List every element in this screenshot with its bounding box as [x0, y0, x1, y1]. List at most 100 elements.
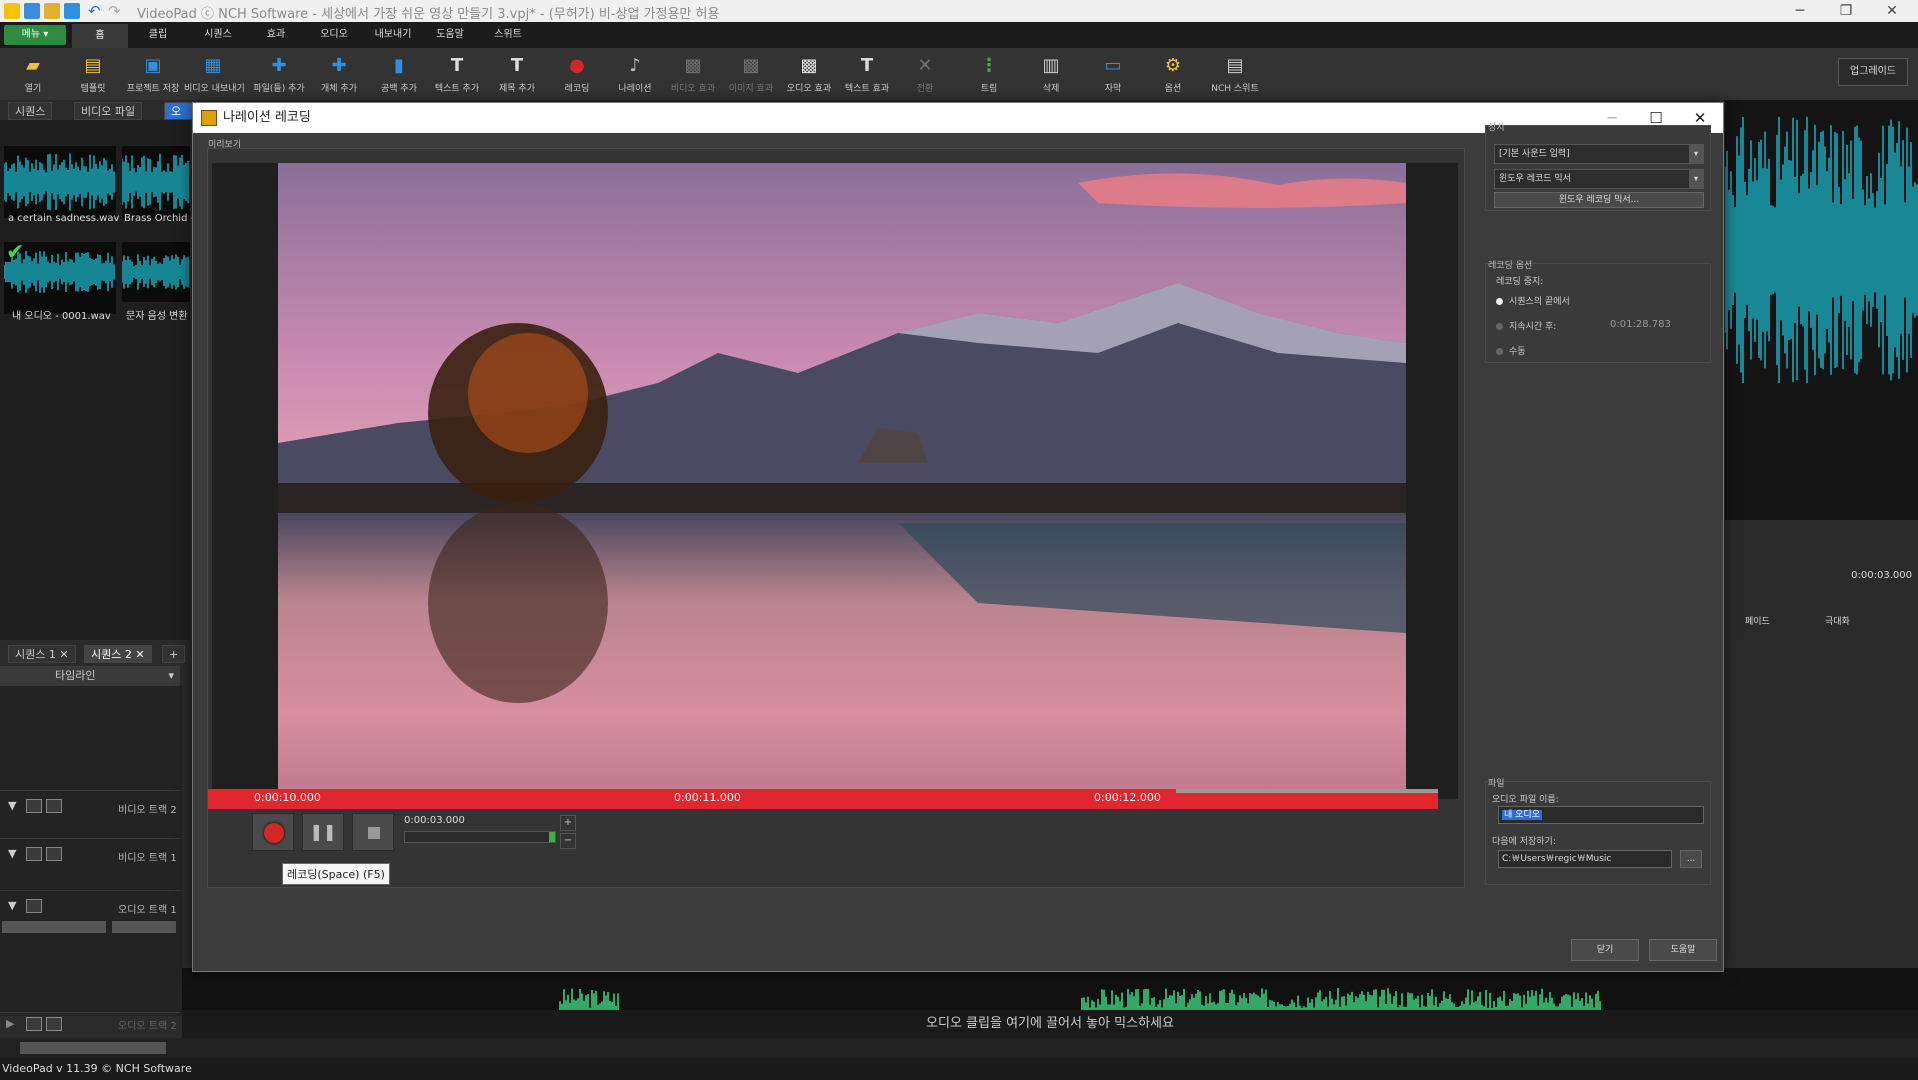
bin-tab-audio[interactable]: 오디: [164, 102, 195, 136]
stop-button[interactable]: [352, 813, 394, 851]
speaker-icon[interactable]: [26, 1017, 42, 1031]
undo-icon[interactable]: ↶: [88, 3, 104, 19]
toolbar-button[interactable]: T 텍스트 효과: [838, 50, 896, 98]
grid-icon[interactable]: [46, 799, 62, 813]
tab-help[interactable]: 도움말: [428, 22, 472, 48]
zoom-out-icon[interactable]: −: [560, 833, 576, 849]
track-name: 비디오 트랙 2: [118, 805, 177, 816]
tab-home[interactable]: 홈: [72, 24, 128, 48]
toolbar-button[interactable]: ▤ NCH 스위트: [1206, 50, 1264, 98]
file-group: 파일 오디오 파일 이름: 내 오디오 다음에 저장하기: C:￦Users￦r…: [1485, 779, 1711, 885]
tab-sequence[interactable]: 시퀀스: [196, 22, 240, 48]
eye-icon[interactable]: [26, 799, 42, 813]
tab-effects[interactable]: 효과: [254, 22, 298, 48]
collapse-icon[interactable]: ▼: [8, 899, 24, 913]
tab-audio[interactable]: 오디오: [312, 22, 356, 48]
track-header[interactable]: ▶ 오디오 트랙 2: [0, 1012, 180, 1038]
toolbar-button[interactable]: ▥ 삭제: [1022, 50, 1080, 98]
toolbar-button[interactable]: ▩ 비디오 효과: [664, 50, 722, 98]
volume-slider[interactable]: [2, 921, 106, 933]
close-button[interactable]: 닫기: [1571, 939, 1639, 961]
pause-button[interactable]: ❚❚: [302, 813, 344, 851]
clip-thumbnail[interactable]: [122, 242, 190, 302]
clip-name: a certain sadness.wav: [8, 213, 120, 224]
toolbar-button[interactable]: T 텍스트 추가: [428, 50, 486, 98]
toolbar-button[interactable]: ⚙ 옵션: [1144, 50, 1202, 98]
tab-export[interactable]: 내보내기: [368, 22, 418, 48]
mixer-select[interactable]: 윈도우 레코드 믹서 ▾: [1494, 169, 1704, 189]
toolbar-button[interactable]: ♪ 나레이션: [606, 50, 664, 98]
upgrade-button[interactable]: 업그레이드: [1838, 58, 1908, 86]
fade-button[interactable]: 페이드: [1745, 614, 1770, 627]
add-sequence-button[interactable]: +: [162, 645, 186, 663]
pan-slider[interactable]: [112, 921, 176, 933]
eye-icon[interactable]: [26, 847, 42, 861]
radio-label: 지속시간 후:: [1509, 322, 1557, 332]
close-window-button[interactable]: ✕: [1870, 0, 1914, 22]
open-icon[interactable]: [44, 3, 60, 19]
zoom-in-icon[interactable]: +: [560, 815, 576, 831]
track-header[interactable]: ▼ 오디오 트랙 1: [0, 890, 180, 960]
toolbar-button[interactable]: ▣ 프로젝트 저장: [124, 50, 182, 98]
track-header[interactable]: ▼ 비디오 트랙 2: [0, 790, 180, 830]
clip-name: 내 오디오 - 0001.wav: [12, 311, 111, 322]
grid-icon[interactable]: [46, 1017, 62, 1031]
toolbar-button[interactable]: ▦ 비디오 내보내기: [184, 50, 245, 98]
clip-thumbnail[interactable]: ✔: [4, 242, 116, 314]
restore-button[interactable]: ❐: [1824, 0, 1868, 22]
radio-sequence-end[interactable]: 시퀀스의 끝에서: [1496, 294, 1570, 307]
grid-icon[interactable]: [46, 847, 62, 861]
toolbar-button[interactable]: ✕ 전환: [896, 50, 954, 98]
track-header[interactable]: ▼ 비디오 트랙 1: [0, 838, 180, 878]
collapse-icon[interactable]: ▼: [8, 847, 24, 861]
toolbar-button-label: 전환: [916, 84, 934, 94]
toolbar-button[interactable]: ▩ 오디오 효과: [780, 50, 838, 98]
timeline-scroll[interactable]: [1176, 789, 1438, 793]
scroll-thumb[interactable]: [20, 1042, 166, 1054]
toolbar-button[interactable]: ▤ 템플릿: [64, 50, 122, 98]
toolbar-button[interactable]: ● 레코딩: [548, 50, 606, 98]
media-bin: a certain sadness.wav Brass Orchid - ✔ 내…: [0, 120, 194, 640]
toolbar-button[interactable]: ✚ 파일(들) 추가: [250, 50, 308, 98]
expand-icon[interactable]: ▶: [6, 1017, 22, 1031]
toolbar-button[interactable]: ▩ 이미지 효과: [722, 50, 780, 98]
toolbar-button[interactable]: ▰ 열기: [4, 50, 62, 98]
save-icon[interactable]: [64, 3, 80, 19]
toolbar-button[interactable]: ▭ 자막: [1084, 50, 1142, 98]
timeline-scrollbar[interactable]: [0, 1038, 1918, 1058]
options-icon: ⚙: [1164, 55, 1182, 76]
record-button[interactable]: [252, 813, 294, 851]
maximize-button[interactable]: 극대화: [1825, 614, 1850, 627]
bin-tab-sequence[interactable]: 시퀀스: [8, 102, 53, 120]
toolbar-button[interactable]: ▮ 공백 추가: [370, 50, 428, 98]
minimize-button[interactable]: ─: [1778, 0, 1822, 22]
tab-suite[interactable]: 스위트: [486, 22, 530, 48]
clip-thumbnail[interactable]: [122, 146, 190, 218]
toolbar-button[interactable]: T 제목 추가: [488, 50, 546, 98]
sequence-tab-2[interactable]: 시퀀스 2 ✕: [84, 645, 152, 663]
level-fill: [549, 832, 555, 842]
redo-icon[interactable]: ↷: [108, 3, 124, 19]
speaker-icon[interactable]: [26, 899, 42, 913]
file-name-input[interactable]: 내 오디오: [1498, 806, 1704, 824]
duration-value[interactable]: 0:01:28.783: [1610, 319, 1671, 330]
browse-button[interactable]: ...: [1680, 850, 1702, 868]
sequence-tab-1[interactable]: 시퀀스 1 ✕: [8, 645, 76, 663]
text-effect-icon: T: [860, 55, 874, 76]
new-project-icon[interactable]: [24, 3, 40, 19]
input-device-select[interactable]: [기본 사운드 입력] ▾: [1494, 144, 1704, 164]
recording-timeline[interactable]: 0:00:10.000 0:00:11.000 0:00:12.000: [208, 789, 1438, 809]
bin-tab-video-files[interactable]: 비디오 파일: [74, 102, 143, 120]
clip-thumbnail[interactable]: [4, 146, 116, 218]
save-path-input[interactable]: C:￦Users￦regic￦Music: [1498, 850, 1672, 868]
tab-clip[interactable]: 클립: [136, 22, 180, 48]
radio-manual[interactable]: 수동: [1496, 344, 1526, 357]
toolbar-button[interactable]: ⋮ 트림: [960, 50, 1018, 98]
timeline-mode-select[interactable]: 타임라인 ▾: [0, 666, 180, 686]
collapse-icon[interactable]: ▼: [8, 799, 24, 813]
main-menu-button[interactable]: 메뉴 ▾: [4, 25, 66, 45]
toolbar-button[interactable]: ✚ 개체 추가: [310, 50, 368, 98]
radio-after-duration[interactable]: 지속시간 후:: [1496, 319, 1556, 332]
recording-mixer-button[interactable]: 윈도우 레코딩 믹서...: [1494, 192, 1704, 208]
help-button[interactable]: 도움말: [1649, 939, 1717, 961]
